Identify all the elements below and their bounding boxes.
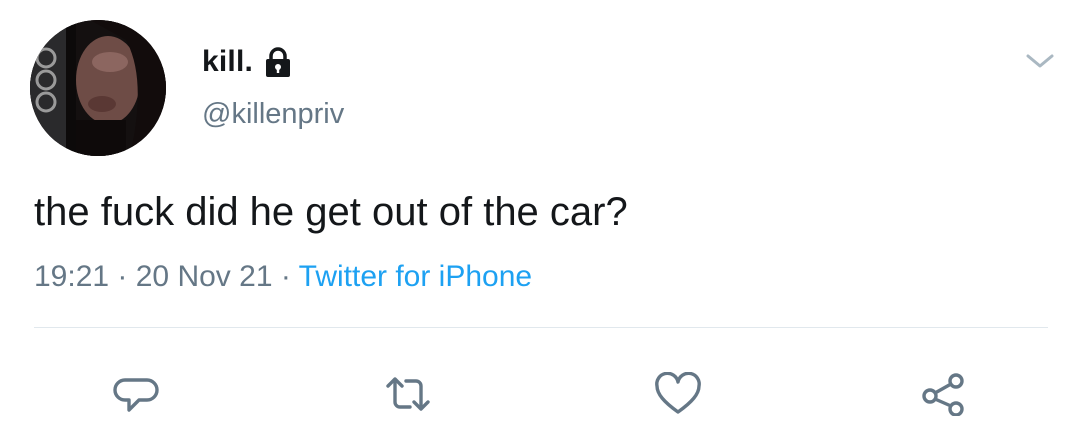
chevron-down-icon[interactable] [1024,50,1056,72]
tweet-time[interactable]: 19:21 [34,260,109,293]
action-bar [0,360,1080,430]
retweet-button[interactable] [382,370,434,418]
avatar-image [30,20,166,156]
display-name[interactable]: kill. [202,45,253,79]
lock-icon [261,45,295,79]
tweet-text: the fuck did he get out of the car? [34,190,628,234]
avatar[interactable] [30,20,166,156]
reply-button[interactable] [111,370,163,418]
share-icon [922,373,964,416]
tweet-source[interactable]: Twitter for iPhone [299,260,532,293]
meta-separator: · [280,260,299,293]
meta-separator: · [117,260,136,293]
author-name-row: kill. [202,42,295,82]
divider [34,327,1048,328]
heart-icon [655,372,701,414]
tweet-date[interactable]: 20 Nov 21 [136,260,273,293]
share-button[interactable] [918,370,970,418]
like-button[interactable] [652,370,704,418]
user-handle[interactable]: @killenpriv [202,98,344,131]
reply-icon [113,378,159,412]
tweet-meta: 19:21 · 20 Nov 21 · Twitter for iPhone [34,260,532,294]
retweet-icon [386,377,430,411]
